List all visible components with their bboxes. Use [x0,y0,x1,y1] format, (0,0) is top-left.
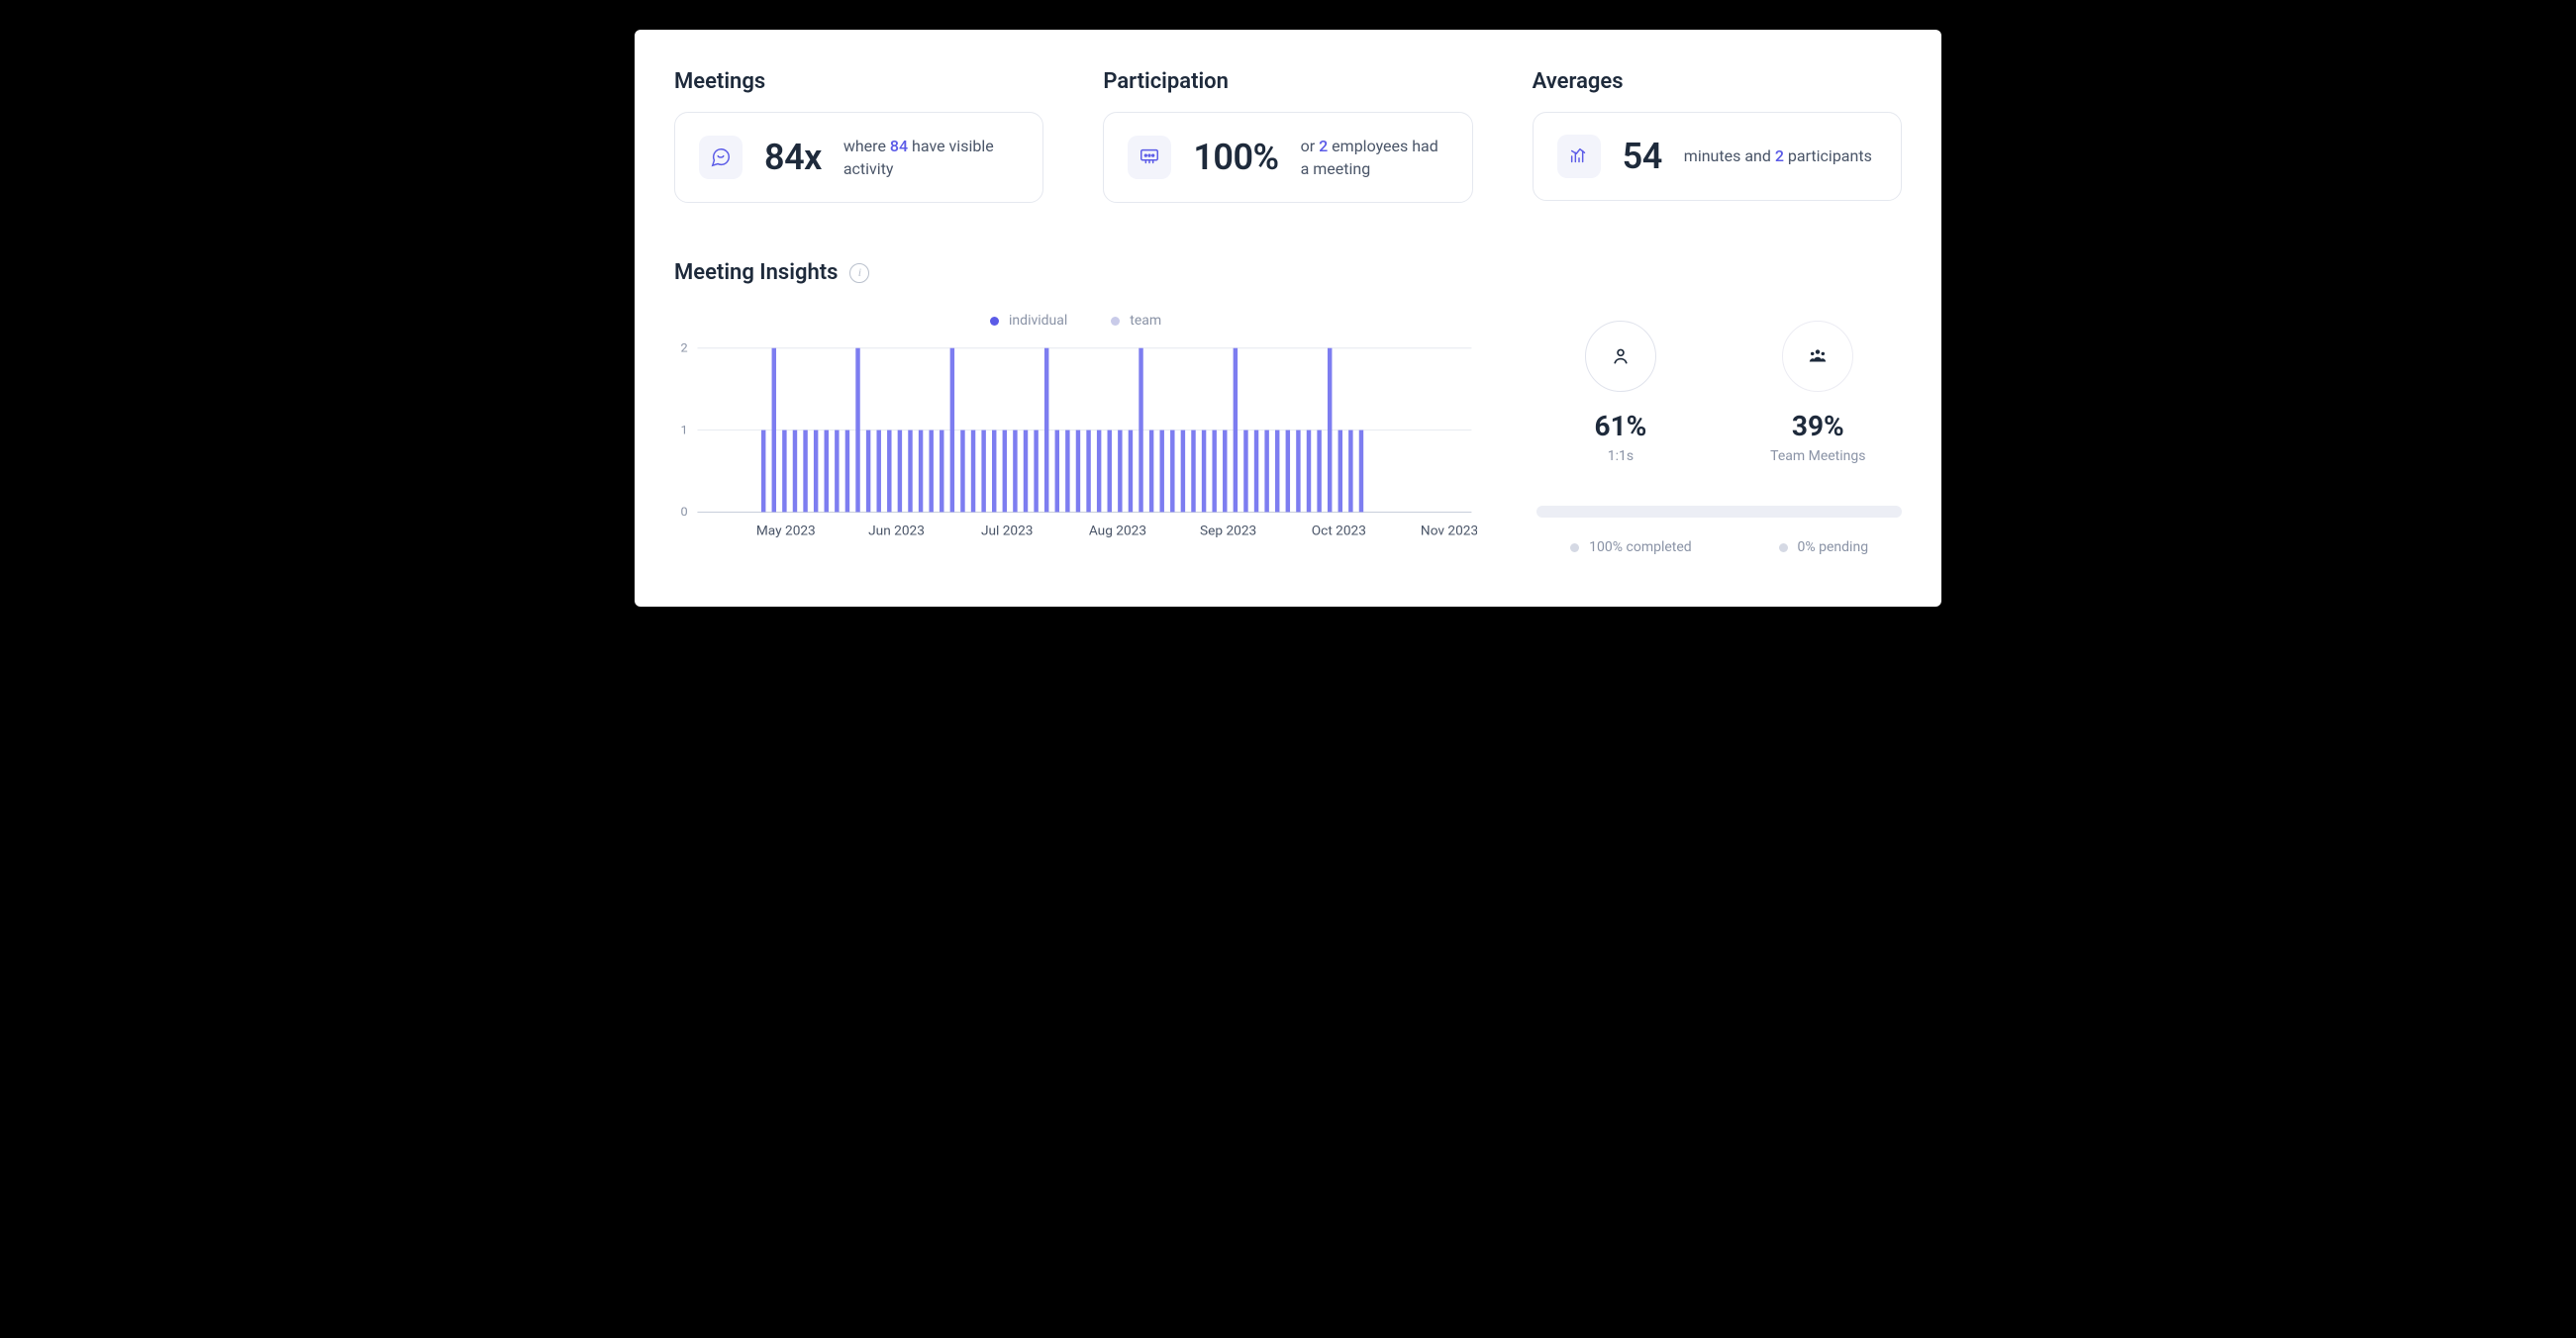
metric-meetings-desc: where 84 have visible activity [843,135,1019,180]
info-icon[interactable]: i [849,263,869,283]
one-on-one-label: 1:1s [1536,448,1704,464]
status-completed-label: 100% completed [1589,539,1692,555]
svg-text:Oct 2023: Oct 2023 [1312,524,1366,539]
svg-text:Jul 2023: Jul 2023 [981,524,1034,539]
insights-body: individual team 0 1 2 May 2023 Jun 2023 Jul 2… [674,313,1902,555]
metric-averages-title: Averages [1533,69,1902,94]
presentation-people-icon [1128,136,1171,179]
svg-text:May 2023: May 2023 [756,524,816,539]
distribution-team[interactable]: 39% Team Meetings [1734,321,1902,464]
legend-team-label: team [1130,313,1161,329]
status-pending-label: 0% pending [1798,539,1869,555]
metric-meetings-desc-pre: where [843,137,890,155]
people-group-icon [1782,321,1853,392]
metric-meetings-desc-accent: 84 [890,137,908,155]
metric-averages: Averages 54 minutes and 2 participants [1533,69,1902,203]
status-dot-icon [1570,543,1579,552]
dashboard-panel: Meetings 84x where 84 have visible activ… [635,30,1941,607]
metric-averages-desc-pre: minutes and [1684,146,1775,165]
legend-individual[interactable]: individual [990,313,1067,329]
metric-meetings-card: 84x where 84 have visible activity [674,112,1043,203]
insights-header: Meeting Insights i [674,260,1902,285]
distribution-one-on-one[interactable]: 61% 1:1s [1536,321,1704,464]
chart-column: individual team 0 1 2 May 2023 Jun 2023 Jul 2… [674,313,1477,555]
metric-participation-desc: or 2 employees had a meeting [1301,135,1448,180]
svg-text:2: 2 [681,342,688,355]
metrics-row: Meetings 84x where 84 have visible activ… [674,69,1902,203]
svg-text:Jun 2023: Jun 2023 [868,524,925,539]
svg-text:Sep 2023: Sep 2023 [1200,524,1256,539]
chat-smile-icon [699,136,743,179]
metric-participation-desc-pre: or [1301,137,1320,155]
distribution-row: 61% 1:1s 39% Team Meetings [1536,321,1902,464]
metric-participation-card: 100% or 2 employees had a meeting [1103,112,1472,203]
meeting-insights-section: Meeting Insights i individual team 0 1 [674,260,1902,555]
team-label: Team Meetings [1734,448,1902,464]
metric-meetings-value: 84x [764,137,822,178]
chart-area[interactable]: 0 1 2 May 2023 Jun 2023 Jul 2023 Aug 2023 Sep 2… [674,342,1477,540]
metric-averages-desc-accent: 2 [1775,146,1784,165]
legend-dot-individual-icon [990,317,999,326]
stats-column: 61% 1:1s 39% Team Meetings [1536,313,1902,555]
insights-title: Meeting Insights [674,260,838,285]
svg-text:Aug 2023: Aug 2023 [1089,524,1146,539]
metric-averages-desc-post: participants [1784,146,1872,165]
metric-averages-card: 54 minutes and 2 participants [1533,112,1902,201]
metric-participation-title: Participation [1103,69,1472,94]
svg-text:0: 0 [681,506,688,521]
chart-legend: individual team [674,313,1477,329]
metric-participation-value: 100% [1193,137,1278,178]
metric-meetings-title: Meetings [674,69,1043,94]
one-on-one-pct: 61% [1536,410,1704,442]
progress-bar [1536,506,1902,518]
metric-averages-value: 54 [1623,136,1662,177]
svg-text:1: 1 [681,424,688,438]
bar-chart: 0 1 2 May 2023 Jun 2023 Jul 2023 Aug 2023 Sep 2… [674,342,1477,540]
chart-trend-icon [1557,135,1601,178]
metric-participation-desc-accent: 2 [1319,137,1328,155]
team-pct: 39% [1734,410,1902,442]
status-pending: 0% pending [1779,539,1869,555]
metric-meetings: Meetings 84x where 84 have visible activ… [674,69,1043,203]
status-row: 100% completed 0% pending [1536,539,1902,555]
status-completed: 100% completed [1570,539,1692,555]
svg-text:Nov 2023: Nov 2023 [1421,524,1477,539]
metric-averages-desc: minutes and 2 participants [1684,144,1872,167]
person-icon [1585,321,1656,392]
legend-team[interactable]: team [1111,313,1161,329]
legend-individual-label: individual [1009,313,1067,329]
metric-participation: Participation 100% or 2 employees had a … [1103,69,1472,203]
legend-dot-team-icon [1111,317,1120,326]
status-dot-icon [1779,543,1788,552]
